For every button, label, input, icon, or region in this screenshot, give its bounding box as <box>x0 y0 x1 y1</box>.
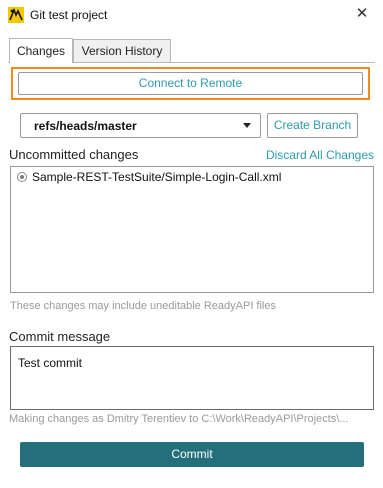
branch-value: refs/heads/master <box>34 119 137 133</box>
radio-icon[interactable] <box>17 172 27 182</box>
tab-changes[interactable]: Changes <box>9 38 73 63</box>
commit-button[interactable]: Commit <box>20 442 364 467</box>
changes-hint: These changes may include uneditable Rea… <box>10 300 276 312</box>
connect-to-remote-button[interactable]: Connect to Remote <box>18 72 363 95</box>
readyapi-git-icon <box>8 7 24 23</box>
uncommitted-changes-label: Uncommitted changes <box>9 147 139 162</box>
commit-message-label: Commit message <box>9 329 111 344</box>
tab-version-history[interactable]: Version History <box>73 39 171 62</box>
window-title: Git test project <box>30 8 108 22</box>
chevron-down-icon[interactable] <box>243 123 251 128</box>
connect-highlight: Connect to Remote <box>11 67 370 100</box>
discard-all-changes-link[interactable]: Discard All Changes <box>266 148 374 162</box>
tab-bar: Changes Version History <box>0 38 383 63</box>
commit-message-text: Test commit <box>18 356 83 370</box>
branch-select[interactable]: refs/heads/master <box>20 113 261 138</box>
title-bar: Git test project ✕ <box>0 0 383 32</box>
close-icon[interactable]: ✕ <box>351 3 373 25</box>
create-branch-button[interactable]: Create Branch <box>267 113 358 138</box>
changed-file-path: Sample-REST-TestSuite/Simple-Login-Call.… <box>32 170 282 184</box>
commit-message-field[interactable]: Test commit <box>10 346 374 410</box>
uncommitted-changes-list[interactable]: Sample-REST-TestSuite/Simple-Login-Call.… <box>10 166 374 293</box>
author-note: Making changes as Dmitry Terentiev to C:… <box>9 413 349 425</box>
